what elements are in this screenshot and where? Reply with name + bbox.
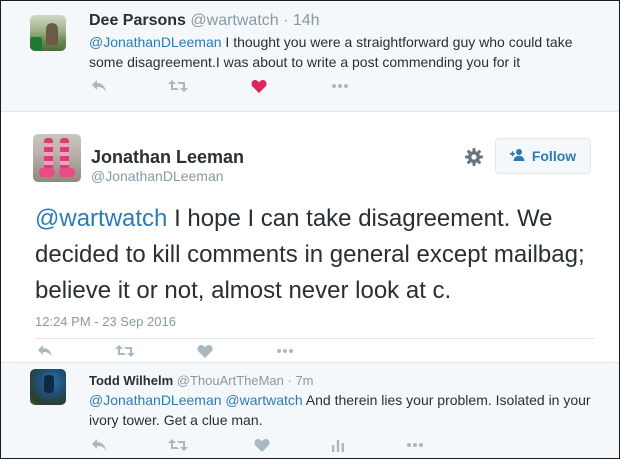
mention-link[interactable]: @JonathanDLeeman: [89, 392, 222, 408]
add-user-icon: [509, 148, 526, 165]
mention-link[interactable]: @wartwatch: [225, 392, 302, 408]
tweet-text: @JonathanDLeeman I thought you were a st…: [89, 32, 599, 72]
more-icon[interactable]: [276, 344, 294, 362]
reply-icon[interactable]: [91, 79, 107, 97]
tweet-text: @wartwatch I hope I can take disagreemen…: [35, 201, 595, 309]
author-handle[interactable]: @JonathanDLeeman: [91, 168, 224, 184]
avatar-leg: [44, 138, 53, 170]
avatar-figure: [46, 23, 58, 45]
author-handle[interactable]: @wartwatch · 14h: [190, 12, 319, 29]
avatar-shoe: [39, 168, 55, 177]
more-icon[interactable]: [406, 438, 424, 456]
avatar-leg: [60, 138, 69, 170]
tweet-header: Todd Wilhelm @ThouArtTheMan · 7m: [89, 373, 314, 388]
retweet-icon[interactable]: [115, 344, 135, 362]
reply-icon[interactable]: [91, 438, 107, 456]
avatar-figure: [44, 375, 54, 393]
retweet-icon[interactable]: [168, 79, 188, 97]
like-icon[interactable]: [254, 438, 270, 456]
avatar-shoe: [59, 168, 75, 177]
tweet-conversation-frame: Dee Parsons @wartwatch · 14h @JonathanDL…: [0, 0, 620, 459]
mention-link[interactable]: @wartwatch: [35, 205, 167, 232]
author-name[interactable]: Todd Wilhelm: [89, 373, 173, 388]
like-icon[interactable]: [197, 344, 213, 362]
retweet-icon[interactable]: [168, 438, 188, 456]
divider: [35, 338, 595, 339]
like-icon[interactable]: [251, 79, 267, 97]
author-name[interactable]: Dee Parsons: [89, 12, 186, 29]
gear-icon[interactable]: [463, 146, 485, 168]
tweet-header: Dee Parsons @wartwatch · 14h: [89, 12, 320, 30]
avatar[interactable]: [30, 15, 66, 51]
author-name[interactable]: Jonathan Leeman: [91, 147, 244, 168]
reply-icon[interactable]: [37, 344, 53, 362]
author-handle[interactable]: @ThouArtTheMan · 7m: [177, 373, 314, 388]
more-icon[interactable]: [331, 79, 349, 97]
mention-link[interactable]: @JonathanDLeeman: [89, 34, 222, 50]
follow-button[interactable]: Follow: [495, 138, 591, 174]
tweet-text: @JonathanDLeeman @wartwatch And therein …: [89, 390, 599, 430]
avatar[interactable]: [30, 369, 66, 405]
avatar-badge: [30, 37, 42, 51]
analytics-icon[interactable]: [331, 438, 345, 456]
tweet-timestamp[interactable]: 12:24 PM - 23 Sep 2016: [35, 314, 176, 329]
avatar[interactable]: [33, 134, 81, 182]
follow-label: Follow: [531, 148, 577, 164]
